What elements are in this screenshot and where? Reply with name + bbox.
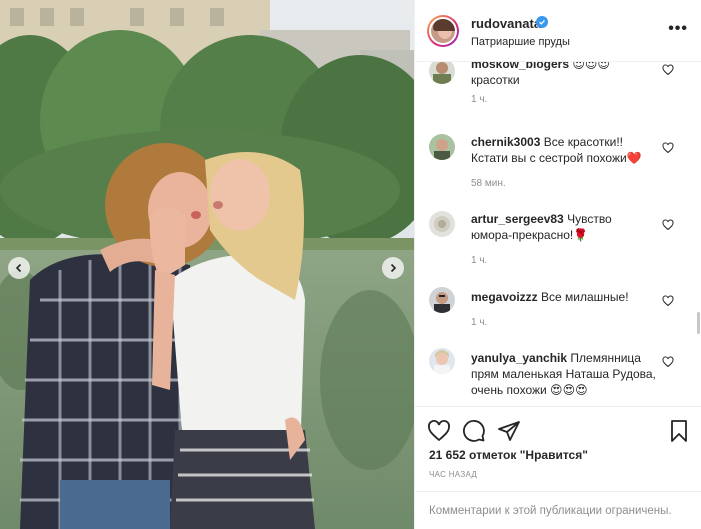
share-icon[interactable]	[497, 419, 521, 443]
heart-icon[interactable]	[662, 295, 674, 307]
commenter-username[interactable]: yanulya_yanchik	[471, 351, 567, 365]
commenter-avatar[interactable]	[429, 134, 455, 160]
photo-scene	[0, 0, 414, 529]
next-photo-button[interactable]	[382, 257, 404, 279]
post-location[interactable]: Патриаршие пруды	[471, 36, 570, 48]
more-options-button[interactable]: •••	[668, 20, 688, 38]
commenter-avatar[interactable]	[429, 287, 455, 313]
chevron-right-icon	[390, 263, 397, 273]
comments-list[interactable]: moskow_blogers 😍😍😍 красотки 1 ч. chernik…	[415, 62, 701, 406]
post-photo[interactable]	[0, 0, 414, 529]
author-username[interactable]: rudovanata	[471, 16, 541, 31]
chevron-left-icon	[15, 263, 22, 273]
likes-count[interactable]: 21 652 отметок "Нравится"	[429, 448, 588, 462]
comment-time: 58 мин.	[471, 178, 506, 189]
commenter-username[interactable]: moskow_blogers	[471, 62, 569, 71]
commenter-username[interactable]: chernik3003	[471, 135, 540, 149]
comment-text: Все милашные!	[541, 290, 629, 304]
comment-time: 1 ч.	[471, 94, 488, 105]
like-heart-icon[interactable]	[427, 419, 451, 443]
heart-icon[interactable]	[662, 356, 674, 368]
previous-photo-button[interactable]	[8, 257, 30, 279]
heart-icon[interactable]	[662, 64, 674, 76]
commenter-avatar[interactable]	[429, 62, 455, 84]
comment-time: 1 ч.	[471, 317, 488, 328]
comment-time: 1 ч.	[471, 255, 488, 266]
post-actions: 21 652 отметок "Нравится" ЧАС НАЗАД Комм…	[415, 406, 701, 529]
post-side-panel: rudovanata Патриаршие пруды ••• moskow_b…	[414, 0, 701, 529]
post-timestamp[interactable]: ЧАС НАЗАД	[429, 470, 477, 479]
comments-scrollbar[interactable]	[697, 312, 700, 334]
commenter-username[interactable]: artur_sergeev83	[471, 212, 564, 226]
heart-icon[interactable]	[662, 142, 674, 154]
commenter-username[interactable]: megavoizzz	[471, 290, 538, 304]
verified-icon	[536, 16, 548, 28]
commenter-avatar[interactable]	[429, 348, 455, 374]
bookmark-icon[interactable]	[667, 419, 691, 443]
post-header: rudovanata Патриаршие пруды •••	[415, 0, 701, 62]
author-avatar[interactable]	[427, 15, 459, 47]
heart-icon[interactable]	[662, 219, 674, 231]
comments-restricted-notice: Комментарии к этой публикации ограничены…	[415, 491, 701, 529]
comment-icon[interactable]	[462, 419, 486, 443]
commenter-avatar[interactable]	[429, 211, 455, 237]
